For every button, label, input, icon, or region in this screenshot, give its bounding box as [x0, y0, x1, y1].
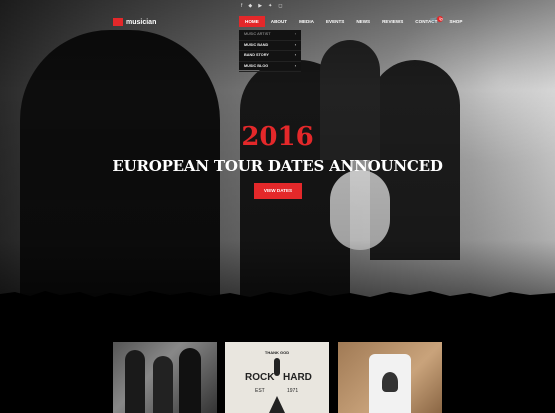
instagram-icon[interactable]: ◻ — [278, 3, 282, 9]
nav-news[interactable]: NEWS — [350, 16, 376, 27]
torn-edge — [0, 291, 555, 302]
dropdown-item[interactable]: MUSIC ARTIST › — [239, 30, 301, 41]
thumbnail-tshirt[interactable] — [338, 342, 442, 413]
social-links: f ◆ ▶ ✦ ◻ — [241, 3, 282, 9]
rock-hard-est: EST — [255, 388, 265, 394]
guitar-emblem-icon — [274, 358, 280, 376]
view-dates-button[interactable]: VIEW DATES — [254, 183, 302, 199]
dropdown-item-label: MUSIC ARTIST — [244, 32, 271, 36]
chevron-right-icon: › — [294, 63, 296, 68]
guitar-neck-icon — [269, 396, 285, 413]
twitter-icon[interactable]: ✦ — [268, 3, 272, 9]
dropdown-item[interactable]: MUSIC BLOG › — [239, 62, 301, 72]
rock-hard-year: 1971 — [287, 388, 299, 394]
top-bar: f ◆ ▶ ✦ ◻ — [0, 0, 555, 12]
chevron-right-icon: › — [294, 53, 296, 57]
tshirt-print — [382, 372, 398, 392]
hero-headline: EUROPEAN TOUR DATES ANNOUNCED — [112, 157, 443, 175]
facebook-icon[interactable]: f — [241, 3, 242, 9]
nav-media[interactable]: MEDIA — [293, 16, 320, 27]
dropdown-item[interactable]: MUSIC BAND › — [239, 41, 301, 51]
nav-reviews[interactable]: REVIEWS — [376, 16, 409, 27]
band-figure — [153, 356, 173, 413]
home-dropdown-menu: MUSIC ARTIST › MUSIC BAND › BAND STORY ›… — [239, 30, 301, 72]
youtube-icon[interactable]: ▶ — [258, 3, 262, 9]
thumbnail-rock-hard[interactable]: THANK GOD ROCK HARD EST 1971 — [225, 342, 329, 413]
dropdown-item-label: BAND STORY — [244, 53, 269, 57]
thumbnail-band-photo[interactable] — [113, 342, 217, 413]
vk-icon[interactable]: ◆ — [248, 3, 252, 9]
hero-year: 2016 — [241, 122, 314, 152]
nav-shop[interactable]: SHOP — [443, 16, 468, 27]
band-figure — [179, 348, 201, 413]
search-icon[interactable]: ⌕ — [440, 17, 443, 24]
nav-events[interactable]: EVENTS — [320, 16, 350, 27]
nav-home[interactable]: HOME — [239, 16, 265, 27]
site-logo[interactable]: musician — [113, 18, 156, 26]
logo-icon — [113, 18, 123, 26]
rock-hard-left-word: ROCK — [245, 372, 275, 383]
logo-text: musician — [126, 18, 157, 26]
nav-about[interactable]: ABOUT — [265, 16, 293, 27]
rock-hard-top-text: THANK GOD — [264, 350, 290, 355]
dropdown-item-label: MUSIC BLOG — [244, 63, 269, 68]
chevron-right-icon: › — [294, 32, 296, 36]
dropdown-item-label: MUSIC BAND — [244, 42, 269, 47]
chevron-right-icon: › — [294, 42, 296, 47]
rock-hard-right-word: HARD — [283, 372, 312, 383]
band-figure — [125, 350, 145, 413]
dropdown-item[interactable]: BAND STORY › — [239, 51, 301, 62]
